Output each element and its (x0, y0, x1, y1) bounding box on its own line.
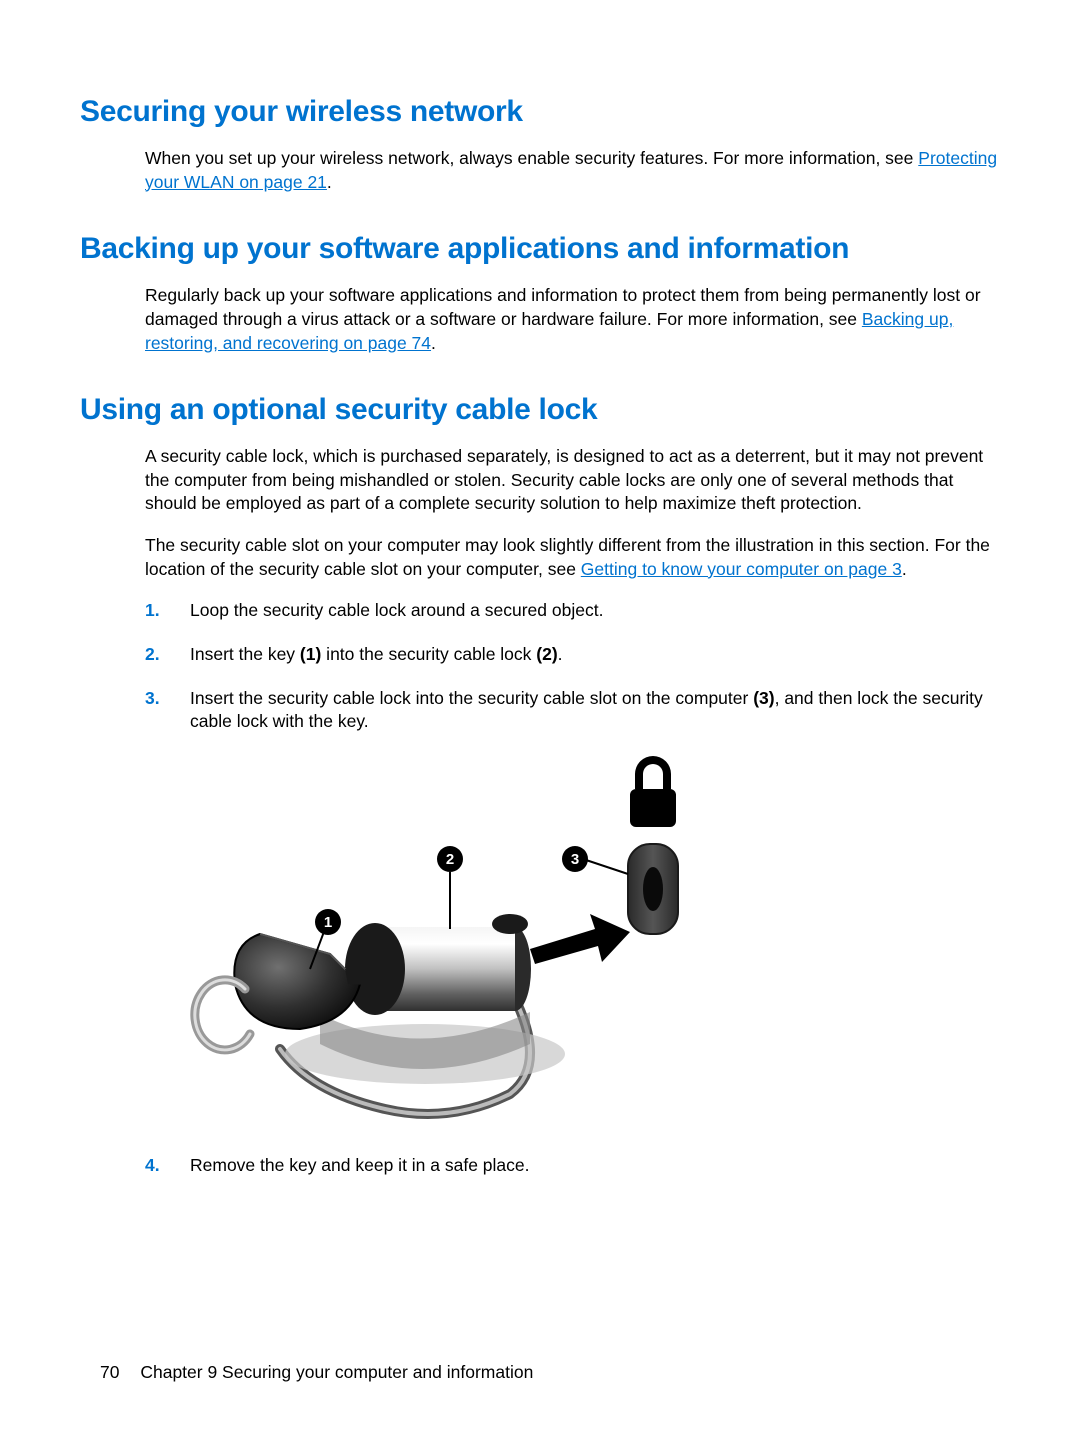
text-fragment: Regularly back up your software applicat… (145, 285, 981, 329)
step-2: 2. Insert the key (1) into the security … (145, 643, 1000, 667)
cable-lock-illustration: 3 (190, 754, 690, 1124)
chapter-title: Chapter 9 Securing your computer and inf… (140, 1362, 533, 1382)
svg-text:2: 2 (446, 851, 454, 868)
svg-text:1: 1 (324, 914, 332, 931)
page-footer: 70 Chapter 9 Securing your computer and … (100, 1362, 533, 1383)
step-number: 4. (145, 1154, 160, 1178)
step-number: 2. (145, 643, 160, 667)
text-fragment: . (558, 644, 563, 664)
callout-2: 2 (437, 846, 463, 929)
text-fragment: into the security cable lock (321, 644, 536, 664)
heading-cable-lock: Using an optional security cable lock (80, 393, 1000, 427)
step-number: 1. (145, 599, 160, 623)
section-cable-lock: Using an optional security cable lock A … (80, 393, 1000, 1177)
section-backing-up: Backing up your software applications an… (80, 232, 1000, 355)
step-1: 1. Loop the security cable lock around a… (145, 599, 1000, 623)
cable-lock-figure: 3 (190, 754, 1000, 1124)
para-securing-wireless: When you set up your wireless network, a… (145, 147, 1000, 194)
link-getting-to-know[interactable]: Getting to know your computer on page 3 (581, 559, 902, 579)
para-backing-up: Regularly back up your software applicat… (145, 284, 1000, 355)
padlock-icon (630, 756, 676, 827)
text-fragment-bold: (3) (753, 688, 774, 708)
step-text: Insert the security cable lock into the … (190, 688, 983, 732)
callout-3: 3 (562, 846, 628, 874)
steps-list-continued: 4. Remove the key and keep it in a safe … (145, 1154, 1000, 1178)
page-number: 70 (100, 1362, 119, 1382)
text-fragment-bold: (2) (536, 644, 557, 664)
arrow-icon (530, 914, 630, 964)
steps-list: 1. Loop the security cable lock around a… (145, 599, 1000, 734)
text-fragment-bold: (1) (300, 644, 321, 664)
para-cable-lock-2: The security cable slot on your computer… (145, 534, 1000, 581)
security-slot-icon (628, 844, 678, 934)
step-text: Loop the security cable lock around a se… (190, 600, 603, 620)
step-text: Remove the key and keep it in a safe pla… (190, 1155, 530, 1175)
heading-backing-up: Backing up your software applications an… (80, 232, 1000, 266)
text-fragment: . (431, 333, 436, 353)
svg-text:3: 3 (571, 851, 579, 868)
text-fragment: When you set up your wireless network, a… (145, 148, 918, 168)
text-fragment: . (327, 172, 332, 192)
lock-cylinder (345, 914, 531, 1015)
step-number: 3. (145, 687, 160, 711)
heading-securing-wireless: Securing your wireless network (80, 95, 1000, 129)
text-fragment: Insert the key (190, 644, 300, 664)
section-securing-wireless: Securing your wireless network When you … (80, 95, 1000, 194)
text-fragment: . (902, 559, 907, 579)
text-fragment: Insert the security cable lock into the … (190, 688, 753, 708)
step-3: 3. Insert the security cable lock into t… (145, 687, 1000, 734)
para-cable-lock-1: A security cable lock, which is purchase… (145, 445, 1000, 516)
step-text: Insert the key (1) into the security cab… (190, 644, 563, 664)
step-4: 4. Remove the key and keep it in a safe … (145, 1154, 1000, 1178)
